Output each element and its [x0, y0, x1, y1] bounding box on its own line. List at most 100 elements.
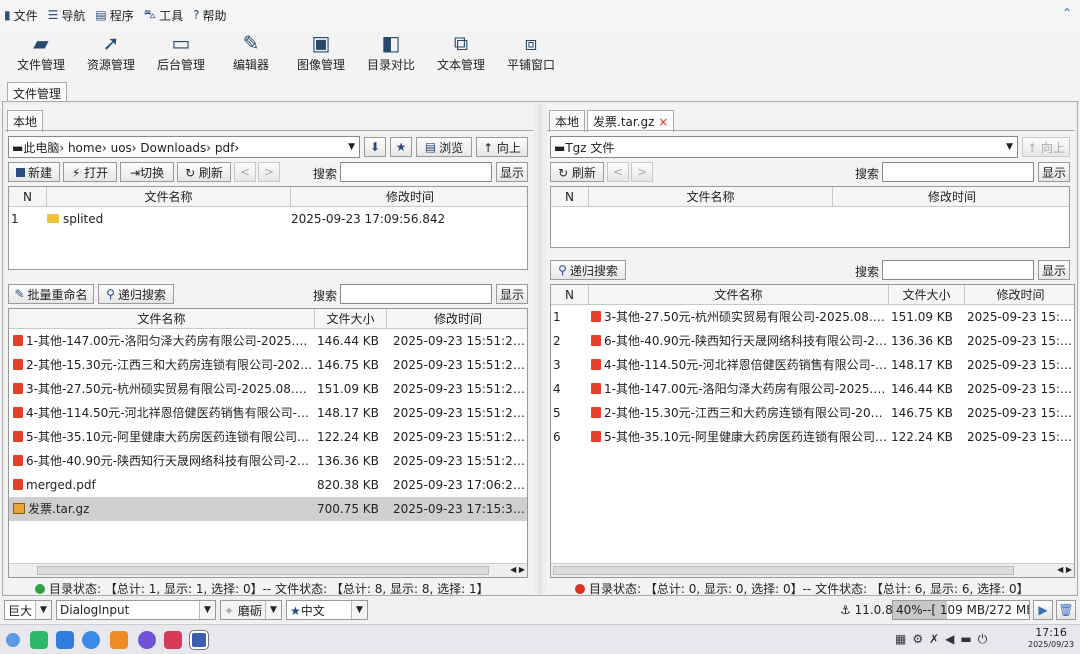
editor-button[interactable]: ✎ 编辑器	[216, 30, 286, 80]
backend-manager-button[interactable]: ▭ 后台管理	[146, 30, 216, 80]
col-size[interactable]: 文件大小	[889, 285, 965, 305]
col-name[interactable]: 文件名称	[589, 187, 833, 207]
refresh-button[interactable]: ↻ 刷新	[177, 162, 231, 182]
menu-file[interactable]: ▮ 文件	[4, 7, 38, 24]
recursive-search-button[interactable]: ⚲ 递归搜索	[98, 284, 174, 304]
col-time[interactable]: 修改时间	[291, 187, 527, 207]
dir-compare-button[interactable]: ◧ 目录对比	[356, 30, 426, 80]
download-button[interactable]: ⬇	[364, 137, 386, 157]
settings-icon[interactable]	[138, 631, 156, 649]
table-row[interactable]: 4-其他-114.50元-河北祥恩倍健医药销售有限公司-2025 148.17 K…	[9, 401, 527, 425]
batch-rename-button[interactable]: ✎ 批量重命名	[8, 284, 94, 304]
col-size[interactable]: 文件大小	[315, 309, 387, 329]
next-button[interactable]: >	[631, 162, 653, 182]
prev-button[interactable]: <	[234, 162, 256, 182]
resource-manager-button[interactable]: ➚ 资源管理	[76, 30, 146, 80]
files-icon[interactable]	[110, 631, 128, 649]
scroll-thumb[interactable]	[553, 566, 1014, 575]
dir-show-button[interactable]: 显示	[496, 162, 528, 182]
col-n[interactable]: N	[9, 187, 47, 207]
switch-button[interactable]: ⇥切换	[120, 162, 174, 182]
scroll-arrows[interactable]: ◀ ▶	[1057, 565, 1072, 574]
dir-search-input[interactable]	[882, 162, 1034, 182]
table-row[interactable]: 2-其他-15.30元-江西三和大药房连锁有限公司-2025.08 146.75 …	[9, 353, 527, 377]
table-row[interactable]: 6-其他-40.90元-陕西知行天晟网络科技有限公司-2025.08 136.36…	[9, 449, 527, 473]
pane-splitter[interactable]	[538, 104, 542, 594]
up-button[interactable]: ↑ 向上	[1022, 137, 1070, 157]
path-bar[interactable]: ▬Tgz 文件 ▼	[550, 136, 1018, 158]
col-name[interactable]: 文件名称	[47, 187, 291, 207]
refresh-button[interactable]: ↻ 刷新	[550, 162, 604, 182]
table-row[interactable]: 6 5-其他-35.10元-阿里健康大药房医药连锁有限公司-2025 122.24 …	[551, 425, 1074, 449]
image-manager-button[interactable]: ▣ 图像管理	[286, 30, 356, 80]
open-button[interactable]: ⚡ 打开	[63, 162, 117, 182]
tab-archive[interactable]: 发票.tar.gz ×	[587, 110, 675, 132]
chevron-down-icon[interactable]: ▼	[351, 601, 367, 619]
up-button[interactable]: ↑ 向上	[476, 137, 528, 157]
horizontal-scrollbar[interactable]: ◀ ▶	[551, 563, 1074, 577]
tray-icons[interactable]: ▦⚙✗◀▬⏻	[895, 632, 993, 647]
col-n[interactable]: N	[551, 187, 589, 207]
browser-icon[interactable]	[82, 631, 100, 649]
chevron-down-icon[interactable]: ▼	[35, 601, 51, 619]
file-manager-button[interactable]: ▰ 文件管理	[6, 30, 76, 80]
dir-search-input[interactable]	[340, 162, 492, 182]
clock[interactable]: 17:16 2025/09/23	[1028, 627, 1074, 651]
menu-tools[interactable]: ⛍ 工具	[144, 7, 183, 24]
recursive-search-button[interactable]: ⚲ 递归搜索	[550, 260, 626, 280]
chevron-down-icon[interactable]: ▼	[348, 142, 355, 152]
file-show-button[interactable]: 显示	[1038, 260, 1070, 280]
file-search-input[interactable]	[882, 260, 1034, 280]
file-search-input[interactable]	[340, 284, 492, 304]
col-name[interactable]: 文件名称	[9, 309, 315, 329]
table-row[interactable]: 5 2-其他-15.30元-江西三和大药房连锁有限公司-2025.08 146.75…	[551, 401, 1074, 425]
collapse-icon[interactable]: ⌃	[1062, 6, 1072, 20]
chevron-down-icon[interactable]: ▼	[199, 601, 215, 619]
table-row[interactable]: 4 1-其他-147.00元-洛阳匀泽大药房有限公司-2025.08.06 146.…	[551, 377, 1074, 401]
menu-program[interactable]: ▤ 程序	[95, 7, 133, 24]
table-row[interactable]: 5-其他-35.10元-阿里健康大药房医药连锁有限公司-2025 122.24 K…	[9, 425, 527, 449]
tile-window-button[interactable]: ⧈ 平铺窗口	[496, 30, 566, 80]
scroll-thumb[interactable]	[37, 566, 489, 575]
table-row[interactable]: merged.pdf 820.38 KB 2025-09-23 17:06:27.0…	[9, 473, 527, 497]
launcher-icon[interactable]	[6, 633, 20, 647]
col-n[interactable]: N	[551, 285, 589, 305]
table-row[interactable]: 发票.tar.gz 700.75 KB 2025-09-23 17:15:38.87…	[9, 497, 527, 521]
store-icon[interactable]	[56, 631, 74, 649]
gc-button[interactable]: ▶	[1033, 600, 1053, 620]
java-app-icon[interactable]	[189, 630, 209, 650]
col-time[interactable]: 修改时间	[965, 285, 1074, 305]
table-row[interactable]: 2 6-其他-40.90元-陕西知行天晟网络科技有限公司-2025.08 136.3…	[551, 329, 1074, 353]
col-name[interactable]: 文件名称	[589, 285, 889, 305]
table-row[interactable]: 3-其他-27.50元-杭州硕实贸易有限公司-2025.08.06.pdf 151…	[9, 377, 527, 401]
table-row[interactable]: 3 4-其他-114.50元-河北祥恩倍健医药销售有限公司-2025 148.17 …	[551, 353, 1074, 377]
chevron-down-icon[interactable]: ▼	[1006, 142, 1013, 152]
horizontal-scrollbar[interactable]: ◀ ▶	[9, 563, 527, 577]
text-manager-button[interactable]: ⧉ 文本管理	[426, 30, 496, 80]
trash-button[interactable]: 🗑	[1056, 600, 1076, 620]
table-row[interactable]: 1 splited 2025-09-23 17:09:56.842	[9, 207, 527, 231]
menu-help[interactable]: ? 帮助	[193, 7, 226, 24]
language-select[interactable]: ★中文 ▼	[286, 600, 368, 620]
col-time[interactable]: 修改时间	[833, 187, 1069, 207]
font-select[interactable]: DialogInput ▼	[56, 600, 216, 620]
close-icon[interactable]: ×	[658, 115, 668, 129]
col-time[interactable]: 修改时间	[387, 309, 527, 329]
dir-show-button[interactable]: 显示	[1038, 162, 1070, 182]
next-button[interactable]: >	[258, 162, 280, 182]
tab-local[interactable]: 本地	[549, 110, 586, 132]
table-row[interactable]: 1-其他-147.00元-洛阳匀泽大药房有限公司-2025.08.06 146.4…	[9, 329, 527, 353]
path-bar[interactable]: ▬此电脑› home› uos› Downloads› pdf› ▼	[8, 136, 360, 158]
table-row[interactable]: 1 3-其他-27.50元-杭州硕实贸易有限公司-2025.08.06.pdf 15…	[551, 305, 1074, 329]
new-button[interactable]: 新建	[8, 162, 60, 182]
size-select[interactable]: 巨大 ▼	[4, 600, 52, 620]
chevron-down-icon[interactable]: ▼	[265, 601, 281, 619]
browse-button[interactable]: ▤ 浏览	[416, 137, 472, 157]
tab-local[interactable]: 本地	[7, 110, 44, 132]
app-icon[interactable]	[164, 631, 182, 649]
theme-select[interactable]: ✦ 磨砺 ▼	[220, 600, 282, 620]
scroll-arrows[interactable]: ◀ ▶	[510, 565, 525, 574]
terminal-icon[interactable]	[30, 631, 48, 649]
menu-navigation[interactable]: ☰ 导航	[48, 7, 86, 24]
favorite-button[interactable]: ★	[390, 137, 412, 157]
